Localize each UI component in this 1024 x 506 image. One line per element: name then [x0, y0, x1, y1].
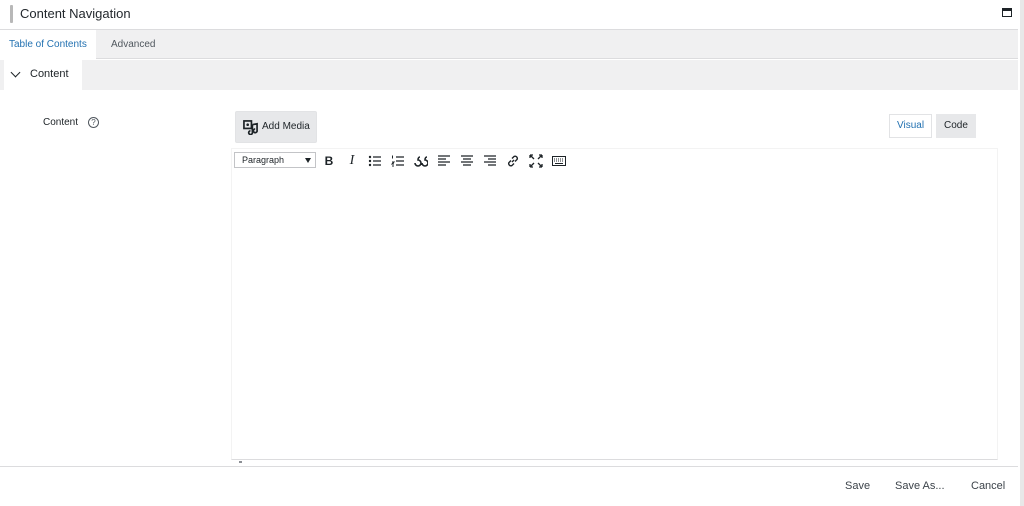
resize-handle[interactable]	[239, 461, 242, 463]
italic-button[interactable]: I	[344, 153, 360, 169]
help-icon[interactable]: ?	[88, 117, 99, 128]
media-icon	[243, 120, 258, 135]
editor-content-area[interactable]	[232, 173, 997, 459]
drag-handle[interactable]	[10, 5, 13, 23]
visual-mode-tab[interactable]: Visual	[889, 114, 933, 138]
numbered-list-icon[interactable]	[390, 153, 406, 169]
save-button[interactable]: Save	[845, 480, 870, 492]
bold-button[interactable]: B	[321, 153, 337, 169]
content-section-bar: Content	[0, 60, 1018, 90]
page-scrollbar[interactable]	[1020, 0, 1024, 506]
save-as-button[interactable]: Save As...	[895, 480, 945, 492]
add-media-label: Add Media	[262, 121, 310, 132]
section-label: Content	[30, 68, 69, 80]
modal-window: Content Navigation Table of Contents Adv…	[0, 0, 1024, 506]
content-field-label: Content	[43, 117, 79, 128]
title-bar: Content Navigation	[0, 0, 1018, 30]
cancel-button[interactable]: Cancel	[971, 480, 1005, 492]
content-section-toggle[interactable]: Content	[4, 60, 82, 90]
blockquote-icon[interactable]	[413, 153, 429, 169]
maximize-icon[interactable]	[1002, 8, 1012, 17]
bulleted-list-icon[interactable]	[367, 153, 383, 169]
align-right-icon[interactable]	[482, 153, 498, 169]
tab-bar: Table of Contents Advanced	[0, 30, 1018, 60]
caret-down-icon	[305, 158, 311, 163]
align-left-icon[interactable]	[436, 153, 452, 169]
modal-footer: Save Save As... Cancel	[0, 466, 1018, 506]
rich-text-editor: Paragraph B I	[231, 148, 998, 463]
format-select[interactable]: Paragraph	[234, 152, 316, 168]
editor-toolbar: Paragraph B I	[232, 149, 997, 173]
chevron-down-icon	[10, 67, 21, 78]
tab-advanced[interactable]: Advanced	[102, 30, 164, 59]
format-select-value: Paragraph	[242, 155, 285, 165]
tab-table-of-contents[interactable]: Table of Contents	[0, 30, 96, 60]
fullscreen-icon[interactable]	[528, 153, 544, 169]
window-title: Content Navigation	[20, 6, 131, 21]
align-center-icon[interactable]	[459, 153, 475, 169]
code-mode-tab[interactable]: Code	[936, 114, 976, 138]
link-icon[interactable]	[505, 153, 521, 169]
add-media-button[interactable]: Add Media	[235, 111, 317, 143]
keyboard-toolbar-toggle-icon[interactable]	[551, 153, 567, 169]
